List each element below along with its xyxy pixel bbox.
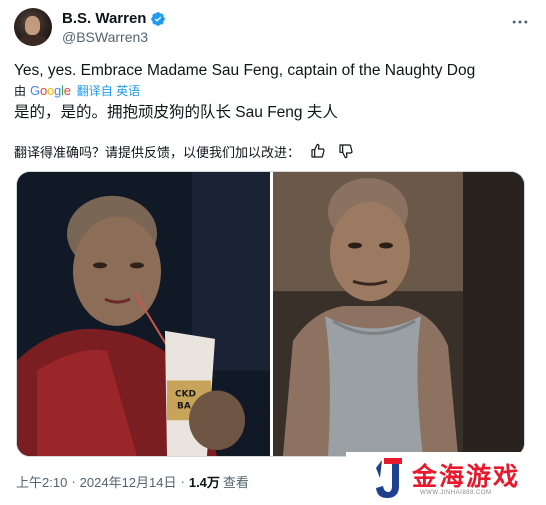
translation-feedback: 翻译得准确吗？请提供反馈，以便我们加以改进： <box>14 141 356 161</box>
media-photo-left[interactable]: CKD BA <box>17 172 270 456</box>
tweet-time[interactable]: 上午2:10 <box>16 472 67 491</box>
site-watermark: 金海游戏 WWW.JINHAI888.COM <box>346 452 546 505</box>
more-options-button[interactable] <box>510 12 530 37</box>
watermark-logo-icon <box>376 458 402 498</box>
translated-by-label: 由 <box>14 83 27 98</box>
thumbs-up-button[interactable] <box>308 141 328 161</box>
avatar[interactable] <box>14 8 52 46</box>
views-count: 1.4万 <box>188 475 220 490</box>
translation-attribution: 由 Google 翻译自 英语 <box>14 81 140 99</box>
avatar-face <box>25 16 40 35</box>
more-horizontal-icon <box>512 20 528 24</box>
author-display-name[interactable]: B.S. Warren <box>62 10 146 27</box>
thumbs-down-icon <box>339 144 353 159</box>
tweet-header: B.S. Warren @BSWarren3 <box>14 8 534 48</box>
meta-separator: · <box>71 474 76 489</box>
thumbs-down-button[interactable] <box>336 141 356 161</box>
media-photo-right[interactable] <box>273 172 524 456</box>
watermark-url: WWW.JINHAI888.COM <box>420 490 492 496</box>
meta-separator-2: · <box>180 474 185 489</box>
verified-badge-icon <box>150 11 166 27</box>
left-photo-illustration: CKD BA <box>17 172 270 456</box>
translated-from-link[interactable]: 翻译自 英语 <box>77 82 140 99</box>
watermark-text: 金海游戏 <box>412 462 521 491</box>
cup-text-line-1: CKD <box>175 389 196 399</box>
tweet-meta: 上午2:10 · 2024年12月14日 · 1.4万 查看 <box>16 472 249 491</box>
translated-text: 是的，是的。拥抱顽皮狗的队长 Sau Feng 夫人 <box>14 104 338 121</box>
tweet-date[interactable]: 2024年12月14日 <box>80 472 177 491</box>
author-handle[interactable]: @BSWarren3 <box>62 29 148 45</box>
right-photo-illustration <box>273 172 524 456</box>
google-logo: Google <box>30 82 71 98</box>
thumbs-up-icon <box>311 143 325 158</box>
tweet-text: Yes, yes. Embrace Madame Sau Feng, capta… <box>14 62 476 79</box>
views-label: 查看 <box>222 475 249 490</box>
cup-text-line-2: BA <box>177 401 191 411</box>
avatar-body <box>19 35 47 46</box>
tweet-media: CKD BA <box>16 171 525 457</box>
name-row: B.S. Warren <box>62 10 166 27</box>
feedback-prompt: 翻译得准确吗？请提供反馈，以便我们加以改进： <box>14 144 301 160</box>
